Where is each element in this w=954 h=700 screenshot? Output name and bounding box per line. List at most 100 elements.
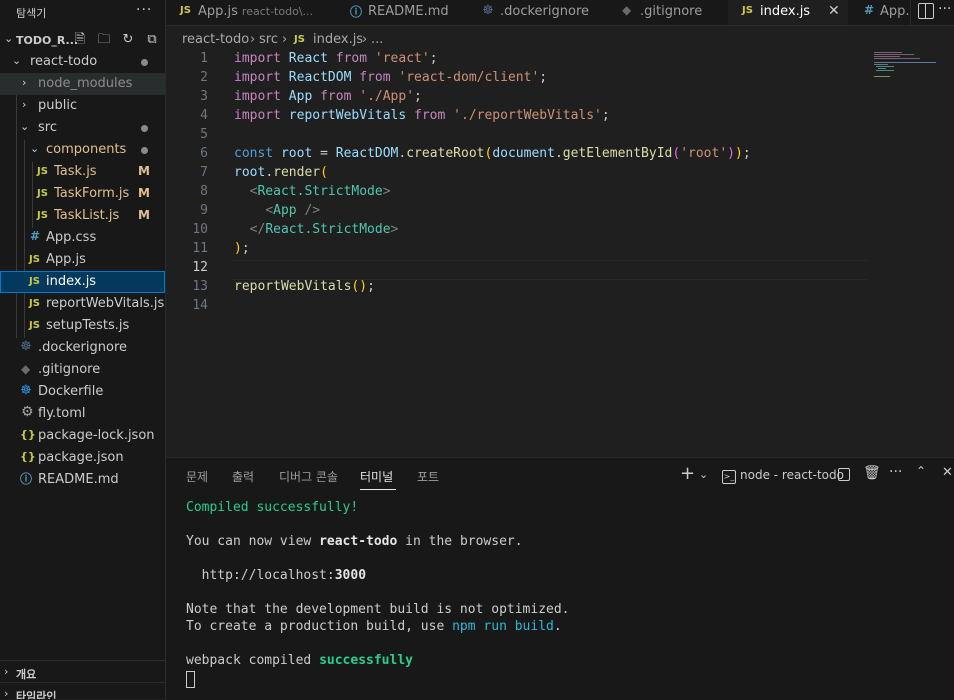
tree-folder-components[interactable]: ⌄ components xyxy=(0,139,165,161)
terminal-line: Compiled successfully! xyxy=(186,500,359,515)
tree-item-label: node_modules xyxy=(38,76,133,91)
terminal-url[interactable]: http://localhost: xyxy=(186,568,335,583)
tab-label: index.js xyxy=(760,4,811,19)
tree-folder-src[interactable]: ⌄ src xyxy=(0,117,165,139)
tree-file-app-js[interactable]: JS App.js xyxy=(0,249,165,271)
maximize-panel-icon[interactable]: ⌃ xyxy=(916,464,926,478)
terminal-line: webpack compiled successfully xyxy=(186,653,413,668)
split-terminal-icon[interactable] xyxy=(838,468,850,481)
breadcrumb-item[interactable]: index.js xyxy=(313,32,363,47)
terminal-line: http://localhost:3000 xyxy=(186,568,366,583)
tree-file-package-lock-json[interactable]: {} package-lock.json xyxy=(0,425,165,447)
js-file-icon: JS xyxy=(742,5,753,16)
code-line: reportWebVitals(); xyxy=(234,279,375,294)
chevron-down-icon: ⌄ xyxy=(4,32,14,45)
tab-index-js[interactable]: JS index.js ✕ xyxy=(728,0,849,25)
tab-app-js[interactable]: JS App.js react-todo\... xyxy=(166,0,337,25)
tree-folder-node-modules[interactable]: › node_modules xyxy=(0,73,165,95)
tab-readme-md[interactable]: ⓘ README.md xyxy=(336,0,469,25)
js-file-icon: JS xyxy=(294,34,305,45)
new-terminal-icon[interactable]: + xyxy=(680,463,695,484)
line-number: 5 xyxy=(200,127,208,142)
terminal-text: in the browser. xyxy=(397,534,523,549)
explorer-more-icon[interactable]: ··· xyxy=(136,2,152,18)
line-number: 11 xyxy=(192,241,208,256)
terminal-text: . xyxy=(553,619,562,634)
editor-tab-bar: JS App.js react-todo\... ⓘ README.md ☸ .d… xyxy=(166,0,954,26)
tree-item-label: src xyxy=(38,120,57,135)
tree-file-reportwebvitals-js[interactable]: JS reportWebVitals.js xyxy=(0,293,165,315)
terminal-name[interactable]: node - react-todo xyxy=(740,468,844,482)
terminal-command: npm run build xyxy=(452,619,554,634)
tab-debug-console[interactable]: 디버그 콘솔 xyxy=(279,468,338,485)
workspace-section-header[interactable]: ⌄ TODO_R... 🗎 🗀 ↻ ⧉ xyxy=(0,30,165,52)
js-file-icon: JS xyxy=(29,298,40,309)
tree-file-index-js[interactable]: JS index.js xyxy=(0,271,165,293)
tab-app-css[interactable]: # App. xyxy=(848,0,911,25)
breadcrumb: react-todo › src › JS index.js › ... xyxy=(166,30,954,50)
tree-file-setuptests-js[interactable]: JS setupTests.js xyxy=(0,315,165,337)
new-file-icon[interactable]: 🗎 xyxy=(72,32,88,48)
tree-item-label: public xyxy=(38,98,78,113)
code-editor[interactable]: 1 2 3 4 5 6 7 8 9 10 11 12 13 14 import … xyxy=(166,50,954,456)
tree-folder-public[interactable]: › public xyxy=(0,95,165,117)
docker-icon: ☸ xyxy=(482,3,494,18)
chevron-down-icon: ⌄ xyxy=(30,142,40,155)
tab-dockerignore[interactable]: ☸ .dockerignore xyxy=(468,0,609,25)
timeline-title: 타임라인 xyxy=(16,690,57,699)
js-file-icon: JS xyxy=(29,276,40,287)
chevron-down-icon: ⌄ xyxy=(12,54,22,67)
terminal-cursor[interactable] xyxy=(186,671,195,688)
line-number: 10 xyxy=(192,222,208,237)
tab-output[interactable]: 출력 xyxy=(232,468,254,485)
code-line: <React.StrictMode> xyxy=(249,184,391,199)
code-line: import App from './App'; xyxy=(234,89,422,104)
tree-file-app-css[interactable]: # App.css xyxy=(0,227,165,249)
json-icon: {} xyxy=(20,450,36,463)
terminal-port[interactable]: 3000 xyxy=(335,568,366,583)
tree-item-label: README.md xyxy=(38,472,119,487)
tab-ports[interactable]: 포트 xyxy=(417,468,439,485)
close-icon[interactable]: ✕ xyxy=(942,465,953,480)
tree-file-fly-toml[interactable]: ⚙ fly.toml xyxy=(0,403,165,425)
trash-icon[interactable]: 🗑 xyxy=(863,465,881,481)
tab-gitignore[interactable]: ◆ .gitignore xyxy=(608,0,729,25)
terminal-line: To create a production build, use npm ru… xyxy=(186,619,562,634)
js-file-icon: JS xyxy=(29,320,40,331)
css-file-icon: # xyxy=(30,229,41,243)
split-editor-icon[interactable] xyxy=(918,3,934,19)
tree-file-gitignore[interactable]: ◆ .gitignore xyxy=(0,359,165,381)
refresh-icon[interactable]: ↻ xyxy=(120,32,136,48)
tab-problems[interactable]: 문제 xyxy=(186,468,208,485)
git-icon: ◆ xyxy=(21,362,31,376)
tree-item-label: TaskList.js xyxy=(54,208,120,223)
collapse-all-icon[interactable]: ⧉ xyxy=(144,32,160,48)
timeline-section[interactable]: › 타임라인 xyxy=(0,682,165,699)
tree-file-dockerignore[interactable]: ☸ .dockerignore xyxy=(0,337,165,359)
more-actions-icon[interactable]: ··· xyxy=(938,1,951,17)
tree-file-tasklist-js[interactable]: JS TaskList.js M xyxy=(0,205,165,227)
tree-folder-react-todo[interactable]: ⌄ react-todo xyxy=(0,51,165,73)
tree-item-label: Task.js xyxy=(54,164,97,179)
docker-icon: ☸ xyxy=(20,339,32,354)
tab-filename: App.js xyxy=(198,4,238,19)
chevron-right-icon: › xyxy=(4,687,9,699)
chevron-down-icon[interactable]: ⌄ xyxy=(699,468,708,481)
tree-file-dockerfile[interactable]: ☸ Dockerfile xyxy=(0,381,165,403)
tree-file-taskform-js[interactable]: JS TaskForm.js M xyxy=(0,183,165,205)
tree-file-task-js[interactable]: JS Task.js M xyxy=(0,161,165,183)
breadcrumb-item[interactable]: ... xyxy=(371,32,383,47)
tree-item-label: fly.toml xyxy=(38,406,86,421)
tab-label: App.js react-todo\... xyxy=(198,4,313,19)
outline-section[interactable]: › 개요 xyxy=(0,660,165,683)
tab-terminal[interactable]: 터미널 xyxy=(360,468,393,485)
tree-item-label: Dockerfile xyxy=(38,384,104,399)
more-actions-icon[interactable]: ··· xyxy=(889,464,902,480)
breadcrumb-item[interactable]: react-todo xyxy=(182,32,249,47)
close-icon[interactable]: ✕ xyxy=(828,3,840,19)
tree-file-package-json[interactable]: {} package.json xyxy=(0,447,165,469)
breadcrumb-item[interactable]: src xyxy=(259,32,278,47)
new-folder-icon[interactable]: 🗀 xyxy=(96,32,112,48)
tree-file-readme-md[interactable]: ⓘ README.md xyxy=(0,469,165,491)
minimap[interactable] xyxy=(874,50,944,110)
